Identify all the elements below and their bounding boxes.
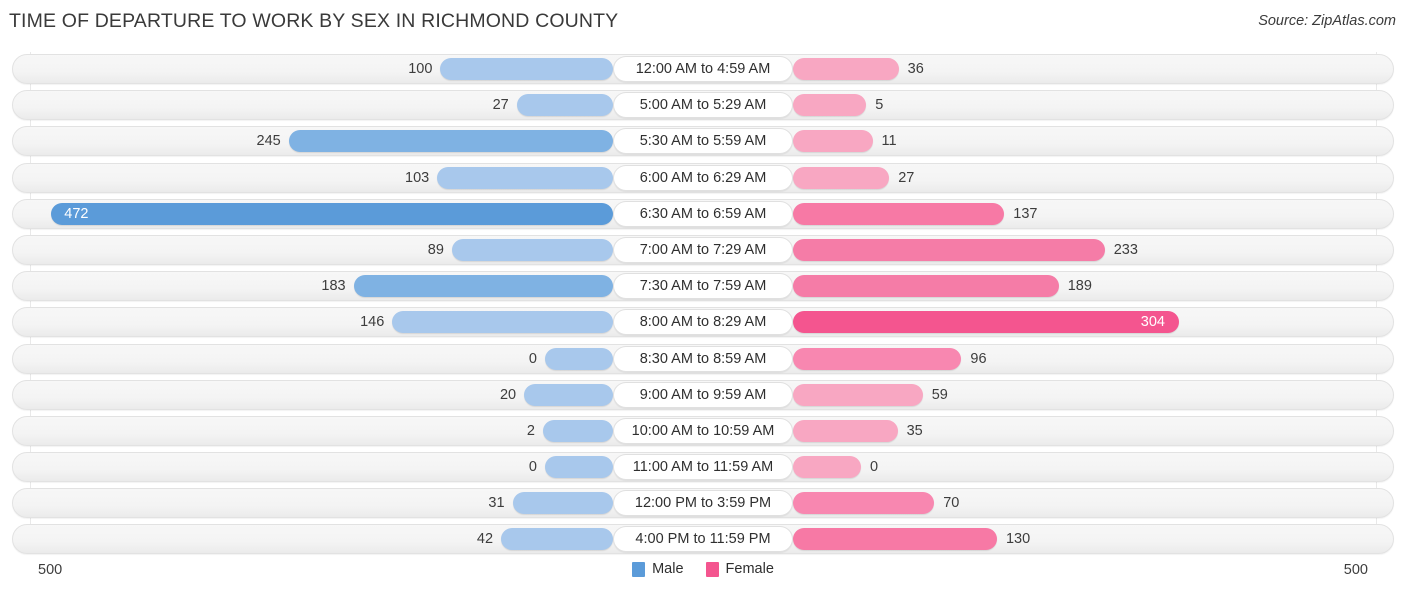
chart-row: 472 137 6:30 AM to 6:59 AM [0, 197, 1406, 233]
legend-item-female[interactable]: Female [705, 561, 774, 577]
female-value-label: 130 [1005, 531, 1031, 548]
male-bar[interactable] [437, 166, 613, 189]
male-value-label: 2 [526, 422, 535, 439]
male-value-label: 27 [492, 97, 509, 114]
category-label: 7:30 AM to 7:59 AM [613, 273, 793, 300]
chart-row: 27 5 5:00 AM to 5:29 AM [0, 88, 1406, 124]
page-title: TIME OF DEPARTURE TO WORK BY SEX IN RICH… [9, 10, 619, 32]
chart-row: 0 0 11:00 AM to 11:59 AM [0, 450, 1406, 486]
category-label: 7:00 AM to 7:29 AM [613, 236, 793, 263]
male-value-label: 100 [408, 61, 433, 77]
male-bar[interactable] [545, 347, 613, 370]
male-bar[interactable] [353, 275, 613, 298]
female-bar[interactable] [793, 456, 861, 479]
category-label: 5:30 AM to 5:59 AM [613, 128, 793, 155]
male-bar[interactable] [512, 492, 613, 515]
female-bar[interactable] [793, 528, 997, 551]
chart-row: 146 304 8:00 AM to 8:29 AM [0, 305, 1406, 341]
category-label: 11:00 AM to 11:59 AM [613, 454, 793, 481]
female-bar[interactable] [793, 94, 867, 117]
female-bar[interactable] [793, 275, 1059, 298]
female-bar[interactable] [793, 419, 898, 442]
female-bar[interactable] [793, 347, 962, 370]
chart-row: 0 96 8:30 AM to 8:59 AM [0, 342, 1406, 378]
male-value-label: 183 [321, 278, 346, 295]
female-bar[interactable] [793, 492, 935, 515]
chart-row: 42 130 4:00 PM to 11:59 PM [0, 522, 1406, 558]
legend-swatch-icon [705, 561, 719, 577]
male-value-label: 146 [360, 314, 385, 331]
female-bar[interactable] [793, 166, 890, 189]
male-value-label: 0 [528, 459, 537, 476]
male-value-label: 89 [427, 241, 444, 258]
male-bar[interactable] [288, 130, 613, 153]
male-bar[interactable] [542, 419, 613, 442]
category-label: 9:00 AM to 9:59 AM [613, 381, 793, 408]
male-value-label: 472 [64, 205, 89, 222]
female-bar[interactable] [793, 383, 923, 406]
male-value-label: 103 [405, 169, 430, 186]
female-value-label: 0 [870, 459, 879, 476]
male-value-label: 0 [528, 350, 537, 367]
male-bar[interactable] [392, 311, 613, 334]
category-label: 12:00 PM to 3:59 PM [613, 490, 793, 517]
chart-row: 89 233 7:00 AM to 7:29 AM [0, 233, 1406, 269]
male-value-label: 31 [488, 495, 505, 512]
male-bar[interactable] [516, 94, 613, 117]
female-bar[interactable] [793, 238, 1105, 261]
category-label: 5:00 AM to 5:29 AM [613, 92, 793, 119]
source-attribution: Source: ZipAtlas.com [1258, 13, 1396, 29]
male-value-label: 42 [476, 531, 494, 548]
female-value-label: 137 [1013, 205, 1038, 222]
male-bar[interactable] [51, 202, 613, 225]
female-value-label: 59 [931, 386, 948, 403]
female-bar[interactable] [793, 311, 1179, 334]
legend-label: Male [652, 561, 684, 577]
chart-row: 245 11 5:30 AM to 5:59 AM [0, 124, 1406, 160]
chart-row: 103 27 6:00 AM to 6:29 AM [0, 161, 1406, 197]
female-value-label: 233 [1113, 241, 1138, 258]
male-bar[interactable] [451, 238, 613, 261]
chart-page: TIME OF DEPARTURE TO WORK BY SEX IN RICH… [0, 0, 1406, 595]
female-value-label: 70 [943, 495, 960, 512]
female-value-label: 96 [970, 350, 987, 367]
category-label: 12:00 AM to 4:59 AM [613, 56, 793, 82]
male-value-label: 20 [499, 386, 517, 403]
category-label: 6:30 AM to 6:59 AM [613, 200, 793, 227]
female-bar[interactable] [793, 130, 873, 153]
male-bar[interactable] [440, 58, 613, 80]
chart-footer: 500 500 Male Female [0, 556, 1406, 595]
chart-plot-area: 100 36 12:00 AM to 4:59 AM 27 5 5:00 AM to 5:… [0, 52, 1406, 555]
female-value-label: 11 [881, 133, 897, 150]
chart-legend: Male Female [0, 561, 1406, 577]
male-bar[interactable] [545, 456, 613, 479]
chart-rows: 100 36 12:00 AM to 4:59 AM 27 5 5:00 AM to 5:… [0, 52, 1406, 559]
category-label: 10:00 AM to 10:59 AM [613, 417, 793, 444]
chart-row: 31 70 12:00 PM to 3:59 PM [0, 486, 1406, 522]
category-label: 6:00 AM to 6:29 AM [613, 164, 793, 191]
legend-item-male[interactable]: Male [632, 561, 684, 577]
category-label: 4:00 PM to 11:59 PM [613, 526, 793, 553]
female-bar[interactable] [793, 202, 1005, 225]
chart-row: 20 59 9:00 AM to 9:59 AM [0, 378, 1406, 414]
male-bar[interactable] [524, 383, 613, 406]
category-label: 8:00 AM to 8:29 AM [613, 309, 793, 336]
legend-label: Female [725, 561, 774, 577]
female-value-label: 189 [1067, 278, 1092, 295]
chart-row: 100 36 12:00 AM to 4:59 AM [0, 52, 1406, 88]
female-value-label: 304 [1140, 314, 1165, 331]
female-value-label: 36 [907, 61, 924, 77]
category-label: 8:30 AM to 8:59 AM [613, 345, 793, 372]
female-value-label: 35 [906, 422, 923, 439]
chart-row: 183 189 7:30 AM to 7:59 AM [0, 269, 1406, 305]
female-value-label: 27 [898, 169, 915, 186]
male-bar[interactable] [501, 528, 613, 551]
legend-swatch-icon [632, 561, 646, 577]
chart-row: 2 35 10:00 AM to 10:59 AM [0, 414, 1406, 450]
male-value-label: 245 [256, 133, 281, 150]
female-value-label: 5 [875, 97, 884, 114]
female-bar[interactable] [793, 58, 899, 80]
chart-header: TIME OF DEPARTURE TO WORK BY SEX IN RICH… [0, 0, 1406, 44]
